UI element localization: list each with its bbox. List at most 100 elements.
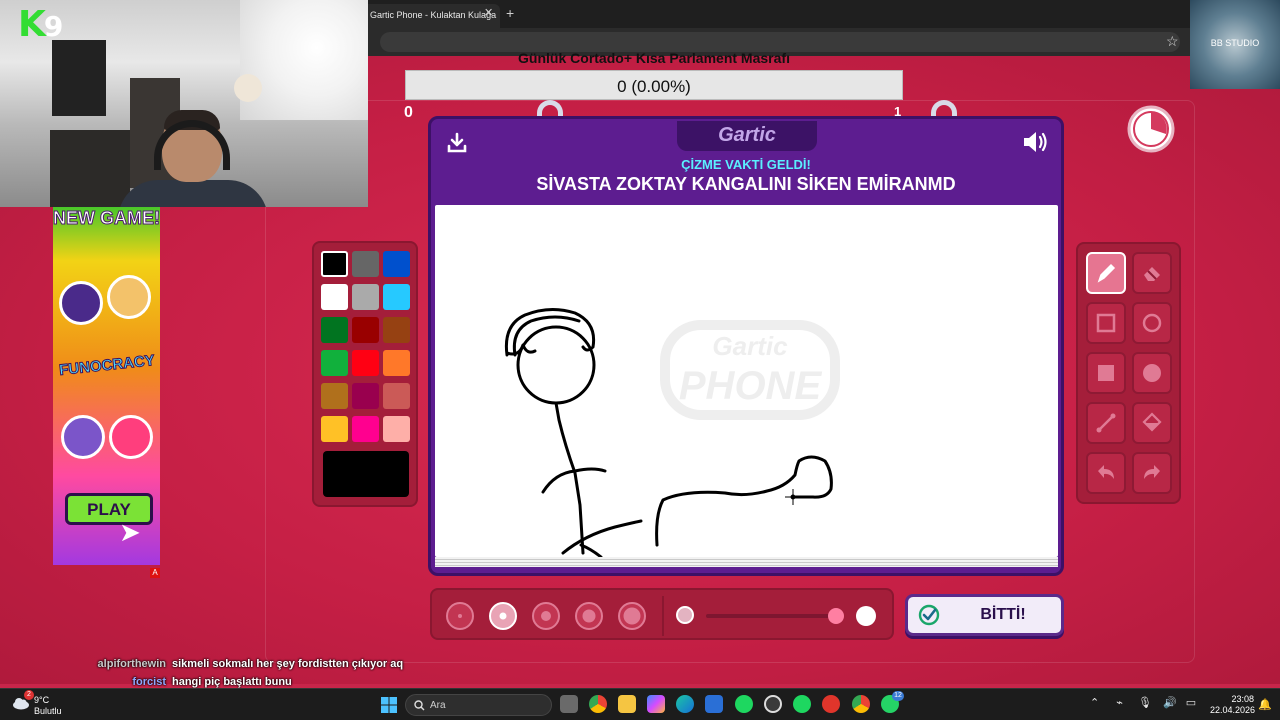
- spotify-second-icon[interactable]: [793, 695, 811, 713]
- color-swatch[interactable]: [352, 317, 379, 343]
- ad-headline: NEW GAME!: [53, 208, 160, 228]
- chevron-up-icon[interactable]: ⌃: [1090, 697, 1099, 709]
- spotify-icon[interactable]: [735, 695, 753, 713]
- volume-icon[interactable]: 🔊: [1163, 697, 1177, 709]
- color-swatch[interactable]: [383, 350, 410, 376]
- tool-panel: [1076, 242, 1181, 504]
- taskbar-clock[interactable]: 23:08 22.04.2026: [1210, 694, 1255, 716]
- network-icon[interactable]: ⌁: [1116, 697, 1123, 709]
- undo-tool[interactable]: [1086, 452, 1126, 494]
- chat-username: alpiforthewin: [97, 658, 166, 670]
- ad-thumbs-up-icon: [59, 281, 103, 325]
- eraser-icon: [1144, 267, 1160, 281]
- rectangle-filled-tool[interactable]: [1086, 352, 1126, 394]
- color-swatch[interactable]: [352, 350, 379, 376]
- url-field[interactable]: [380, 32, 1180, 52]
- color-swatch[interactable]: [352, 383, 379, 409]
- windows-taskbar: 2 9°C Bulutlu Ara 12 ⌃ ⌁ 🎙 🔊 ▭ 23:08 22.…: [0, 688, 1280, 720]
- color-swatch[interactable]: [383, 284, 410, 310]
- fill-bucket-tool[interactable]: [1132, 402, 1172, 444]
- color-swatch[interactable]: [321, 251, 348, 277]
- weather-badge: 2: [24, 690, 34, 700]
- drawing-book: Gartic ÇİZME VAKTİ GELDİ! SİVASTA ZOKTAY…: [428, 116, 1064, 576]
- color-swatch[interactable]: [383, 317, 410, 343]
- taskbar-search-input[interactable]: Ara: [405, 694, 552, 716]
- color-swatch[interactable]: [352, 284, 379, 310]
- color-swatch[interactable]: [321, 416, 348, 442]
- timer-icon: [1127, 105, 1175, 153]
- new-tab-button[interactable]: +: [506, 5, 514, 21]
- ellipse-filled-tool[interactable]: [1132, 352, 1172, 394]
- sound-icon[interactable]: [1021, 129, 1049, 155]
- brush-size-5[interactable]: [618, 602, 646, 630]
- browser-tab[interactable]: Gartic Phone - Kulaktan Kulağa: [362, 4, 500, 28]
- donation-value: 0 (0.00%): [617, 77, 691, 96]
- windows-start-icon[interactable]: [381, 697, 397, 713]
- color-swatch[interactable]: [321, 350, 348, 376]
- microphone-icon[interactable]: 🎙: [1138, 697, 1152, 709]
- current-color-preview: [323, 451, 409, 497]
- chat-text: hangi piç başlattı bunu: [172, 676, 292, 688]
- done-button[interactable]: BİTTİ!: [905, 594, 1064, 636]
- copilot-icon[interactable]: [647, 695, 665, 713]
- rectangle-outline-tool[interactable]: [1086, 302, 1126, 344]
- star-icon[interactable]: ☆: [1166, 33, 1179, 50]
- chrome-icon[interactable]: [589, 695, 607, 713]
- system-tray[interactable]: ⌃ ⌁ 🎙 🔊 ▭: [1090, 696, 1196, 709]
- ad-brand: FUNOCRACY: [58, 352, 156, 380]
- opacity-slider[interactable]: [706, 614, 836, 618]
- download-icon[interactable]: [445, 131, 469, 155]
- webcam-tv: [52, 40, 106, 116]
- color-swatch[interactable]: [321, 284, 348, 310]
- book-pages: [435, 557, 1058, 567]
- tab-close-icon[interactable]: ✕: [484, 6, 493, 19]
- corner-thumbnail: BB STUDIO: [1190, 0, 1280, 89]
- color-swatch[interactable]: [321, 317, 348, 343]
- chat-username: forcist: [132, 676, 166, 688]
- notification-bell-icon[interactable]: 🔔: [1258, 698, 1272, 711]
- undo-icon: [1098, 465, 1114, 479]
- redo-tool[interactable]: [1132, 452, 1172, 494]
- rectangle-filled-icon: [1098, 365, 1114, 381]
- clock-time: 23:08: [1231, 694, 1254, 704]
- obs-icon[interactable]: [764, 695, 782, 713]
- color-swatch[interactable]: [321, 383, 348, 409]
- file-explorer-icon[interactable]: [618, 695, 636, 713]
- ad-angry-face-icon: [109, 415, 153, 459]
- ad-blonde-face-icon: [107, 275, 151, 319]
- ad-bearded-face-icon: [61, 415, 105, 459]
- ad-banner[interactable]: NEW GAME! FUNOCRACY PLAY ➤: [53, 207, 160, 565]
- brush-size-1[interactable]: [446, 602, 474, 630]
- brush-size-4[interactable]: [575, 602, 603, 630]
- line-tool[interactable]: [1086, 402, 1126, 444]
- color-swatch[interactable]: [383, 416, 410, 442]
- edge-icon[interactable]: [676, 695, 694, 713]
- chat-text: sikmeli sokmalı her şey fordistten çıkıy…: [172, 658, 404, 670]
- opacity-max-icon: [856, 606, 876, 626]
- store-icon[interactable]: [705, 695, 723, 713]
- drawing-canvas[interactable]: Gartic PHONE: [435, 205, 1058, 557]
- ad-choices-badge[interactable]: A: [150, 568, 160, 578]
- color-swatch[interactable]: [383, 383, 410, 409]
- color-swatch[interactable]: [383, 251, 410, 277]
- channel-logo: K9: [18, 4, 63, 45]
- brush-size-2[interactable]: [489, 602, 517, 630]
- color-swatch[interactable]: [352, 251, 379, 277]
- ellipse-filled-icon: [1143, 364, 1161, 382]
- user-drawing: [504, 308, 833, 557]
- battery-icon[interactable]: ▭: [1186, 697, 1196, 709]
- brush-size-3[interactable]: [532, 602, 560, 630]
- pen-icon: [1097, 263, 1116, 283]
- ellipse-outline-tool[interactable]: [1132, 302, 1172, 344]
- task-view-icon[interactable]: [560, 695, 578, 713]
- opacity-slider-handle[interactable]: [828, 608, 844, 624]
- webcam-wall-clock: [234, 74, 262, 102]
- pen-tool[interactable]: [1086, 252, 1126, 294]
- chrome-active-icon[interactable]: [852, 695, 870, 713]
- eraser-tool[interactable]: [1132, 252, 1172, 294]
- color-swatch[interactable]: [352, 416, 379, 442]
- weather-desc: Bulutlu: [34, 706, 62, 716]
- rectangle-outline-icon: [1096, 313, 1116, 333]
- done-label: BİTTİ!: [980, 606, 1026, 623]
- recorder-icon[interactable]: [822, 695, 840, 713]
